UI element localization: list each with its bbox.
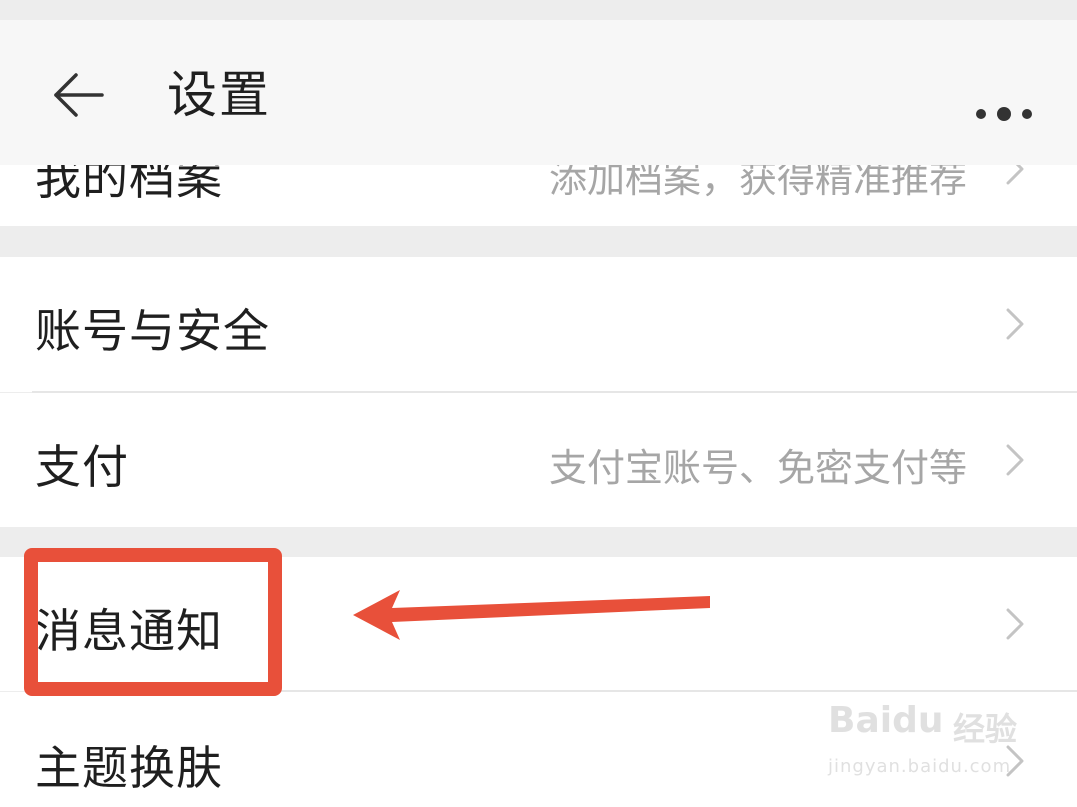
watermark-brand-cn: 经验 xyxy=(953,710,1018,748)
chevron-right-icon xyxy=(1006,308,1024,340)
settings-row-account-security[interactable]: 账号与安全 xyxy=(0,257,1077,392)
watermark-url: jingyan.baidu.com xyxy=(828,756,1012,777)
more-dots-icon[interactable] xyxy=(972,100,1036,128)
highlight-box xyxy=(24,548,282,696)
row-label-theme: 主题换肤 xyxy=(35,741,223,795)
baidu-watermark: Baidu 经验 jingyan.baidu.com xyxy=(828,686,1028,786)
arrow-left-icon[interactable] xyxy=(52,72,106,118)
row-value-payment: 支付宝账号、免密支付等 xyxy=(548,446,967,490)
row-label-account-security: 账号与安全 xyxy=(35,304,270,358)
navigation-header: 设置 xyxy=(0,20,1077,165)
chevron-right-icon xyxy=(1006,608,1024,640)
settings-row-payment[interactable]: 支付 支付宝账号、免密支付等 xyxy=(0,393,1077,527)
page-title: 设置 xyxy=(167,66,271,124)
pointer-arrow-icon xyxy=(353,590,710,640)
row-label-payment: 支付 xyxy=(35,440,129,494)
watermark-brand: Baidu xyxy=(828,700,944,741)
settings-page: 我的档案 添加档案，获得精准推荐 设置 账号与安全 支付 支付宝账号、免密支付等 xyxy=(0,0,1077,807)
chevron-right-icon xyxy=(1006,444,1024,476)
